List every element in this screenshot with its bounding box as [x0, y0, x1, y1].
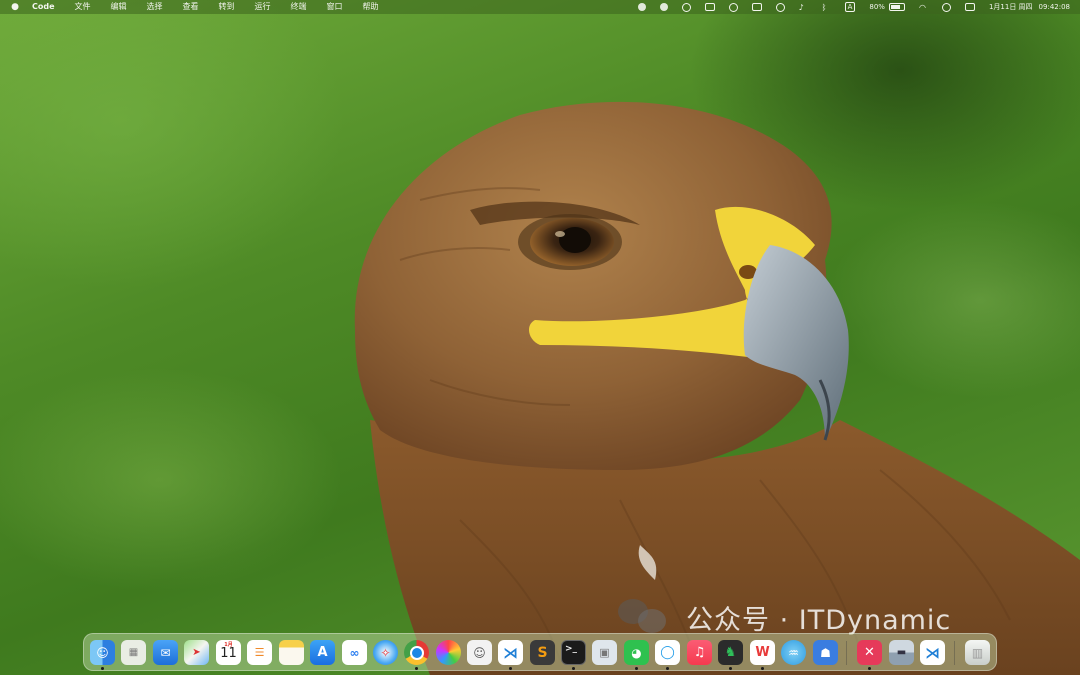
menu-edit[interactable]: 编辑	[111, 0, 127, 14]
dock-separator-trash	[954, 641, 955, 665]
qq-chat-icon[interactable]: ◯	[655, 640, 680, 665]
input-source-indicator[interactable]: A	[844, 2, 856, 12]
display-status-icon[interactable]	[704, 3, 715, 11]
wps-running-indicator	[761, 667, 764, 670]
mail-icon[interactable]: ✉	[153, 640, 178, 665]
control-center-icon[interactable]	[964, 3, 975, 11]
xmind-icon[interactable]: ✕	[857, 640, 882, 665]
wechat-watermark-icon	[616, 597, 668, 637]
clipboard-status-icon[interactable]	[751, 3, 762, 11]
launchpad-icon[interactable]: ▦	[121, 640, 146, 665]
sync-status-icon[interactable]	[681, 2, 691, 12]
menubar-date[interactable]: 1月11日 周四	[989, 0, 1033, 14]
user-status-icon[interactable]	[941, 2, 951, 12]
wps-icon[interactable]: W	[750, 640, 775, 665]
maps-icon[interactable]: ➤	[184, 640, 209, 665]
fish-app-icon[interactable]: ♒	[781, 640, 806, 665]
vscode-insiders-icon[interactable]: ⋊	[920, 640, 945, 665]
screen-capture-icon[interactable]: ▬	[889, 640, 914, 665]
wifi-icon[interactable]: ◠	[919, 3, 928, 12]
battery-icon[interactable]	[888, 3, 905, 11]
terminal-icon[interactable]: >_	[561, 640, 586, 665]
calendar-icon[interactable]: 1月 11	[216, 640, 241, 665]
dock: ☺ ▦ ✉ ➤ 1月 11 ☰ A ∞ ✧ ☺ ⋊ S >_ ▣ ◕ ◯ ♫ ♞…	[83, 633, 997, 671]
calendar-day: 11	[220, 646, 237, 661]
menubar-time[interactable]: 09:42:08	[1039, 0, 1070, 14]
preview-icon[interactable]: ▣	[592, 640, 617, 665]
reminders-icon[interactable]: ☰	[247, 640, 272, 665]
menu-bar: ● Code 文件 编辑 选择 查看 转到 运行 终端 窗口 帮助 ♪ ᛒ A …	[0, 0, 1080, 14]
vscode-icon[interactable]: ⋊	[498, 640, 523, 665]
app-menu-code[interactable]: Code	[32, 0, 55, 14]
qq-chat-running-indicator	[666, 667, 669, 670]
eagle-wallpaper-image	[354, 101, 1080, 675]
menu-help[interactable]: 帮助	[363, 0, 379, 14]
notes-icon[interactable]	[279, 640, 304, 665]
wechat-running-indicator	[635, 667, 638, 670]
menu-window[interactable]: 窗口	[327, 0, 343, 14]
wechat-status-icon[interactable]	[659, 3, 668, 11]
menu-selection[interactable]: 选择	[147, 0, 163, 14]
sound-status-icon[interactable]: ♪	[799, 3, 808, 12]
wechat-icon[interactable]: ◕	[624, 640, 649, 665]
xmind-running-indicator	[868, 667, 871, 670]
watermark-text: 公众号 · ITDynamic	[686, 604, 952, 636]
finder-icon[interactable]: ☺	[90, 640, 115, 665]
evernote-running-indicator	[729, 667, 732, 670]
finder-face-icon[interactable]: ☺	[467, 640, 492, 665]
apple-menu-icon[interactable]: ●	[10, 0, 20, 14]
safari-icon[interactable]: ✧	[373, 640, 398, 665]
battery-percent[interactable]: 80%	[869, 0, 885, 14]
vpn-status-icon[interactable]	[728, 2, 738, 12]
evernote-icon[interactable]: ♞	[718, 640, 743, 665]
sublime-text-icon[interactable]: S	[530, 640, 555, 665]
baidu-netdisk-icon[interactable]: ∞	[342, 640, 367, 665]
timer-status-icon[interactable]	[775, 2, 785, 12]
menu-file[interactable]: 文件	[75, 0, 91, 14]
terminal-running-indicator	[572, 667, 575, 670]
music-icon[interactable]: ♫	[687, 640, 712, 665]
cat-app-icon[interactable]: ☗	[813, 640, 838, 665]
chat-status-icon[interactable]	[637, 3, 646, 11]
color-wheel-icon[interactable]	[436, 640, 461, 665]
menu-terminal[interactable]: 终端	[291, 0, 307, 14]
finder-running-indicator	[101, 667, 104, 670]
chrome-icon[interactable]	[404, 640, 429, 665]
trash-icon[interactable]: ▥	[965, 640, 990, 665]
bluetooth-status-icon[interactable]: ᛒ	[822, 3, 831, 12]
status-area: ♪ ᛒ A 80% ◠ 1月11日 周四 09:42:08	[624, 0, 1070, 14]
app-store-icon[interactable]: A	[310, 640, 335, 665]
menu-view[interactable]: 查看	[183, 0, 199, 14]
dock-separator	[846, 641, 847, 665]
menu-go[interactable]: 转到	[219, 0, 235, 14]
menu-run[interactable]: 运行	[255, 0, 271, 14]
chrome-running-indicator	[415, 667, 418, 670]
vscode-running-indicator	[509, 667, 512, 670]
